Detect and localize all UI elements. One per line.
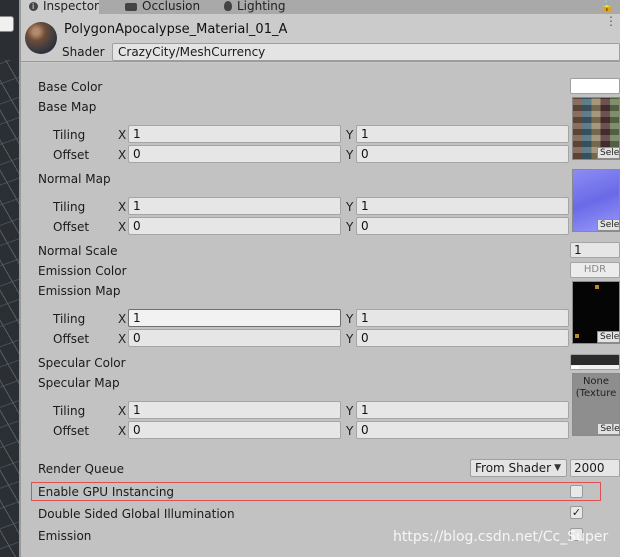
specular-tiling-y-label: Y: [346, 404, 354, 418]
specular-map-thumbnail[interactable]: None (Texture Sele: [572, 373, 620, 436]
material-name: PolygonApocalypse_Material_01_A: [64, 22, 288, 37]
specular-offset-x-field[interactable]: 0: [128, 421, 341, 439]
specular-offset-y-field[interactable]: 0: [356, 421, 569, 439]
tab-lighting-label: Lighting: [237, 0, 286, 13]
normal-offset-x-label: X: [118, 220, 127, 234]
emission-map-select-button[interactable]: Sele: [597, 331, 619, 343]
base-map-label: Base Map: [38, 100, 97, 114]
double-sided-gi-checkbox[interactable]: ✓: [570, 506, 583, 519]
specular-offset-y-label: Y: [346, 424, 354, 438]
emission-tiling-x-field[interactable]: 1: [128, 309, 341, 327]
shader-dropdown[interactable]: CrazyCity/MeshCurrency: [112, 43, 620, 61]
emission-tiling-y-label: Y: [346, 312, 354, 326]
specular-map-select-button[interactable]: Sele: [597, 423, 619, 435]
info-icon: [29, 0, 38, 13]
emission-tiling-x-label: X: [118, 312, 127, 326]
normal-tiling-x-field[interactable]: 1: [128, 197, 341, 215]
scene-view-strip: [0, 0, 19, 557]
base-color-label: Base Color: [38, 80, 103, 94]
emission-map-speck: [595, 285, 599, 289]
specular-map-none-text: None: [582, 376, 610, 387]
emission-map-label: Emission Map: [38, 284, 121, 298]
render-queue-mode: From Shader: [475, 461, 552, 475]
specular-color-swatch[interactable]: [570, 354, 620, 370]
tab-occlusion[interactable]: Occlusion: [117, 0, 207, 14]
camera-icon: [125, 3, 137, 11]
base-offset-x-field[interactable]: 0: [128, 145, 341, 163]
base-tiling-y-label: Y: [346, 128, 354, 142]
specular-offset-x-label: X: [118, 424, 127, 438]
triangle-down-icon: ▼: [554, 463, 561, 473]
gpu-instancing-label: Enable GPU Instancing: [38, 485, 175, 499]
render-queue-label: Render Queue: [38, 462, 124, 476]
normal-map-select-button[interactable]: Sele: [597, 219, 619, 231]
specular-offset-label: Offset: [53, 424, 90, 438]
normal-tiling-y-field[interactable]: 1: [356, 197, 569, 215]
double-sided-gi-label: Double Sided Global Illumination: [38, 507, 235, 521]
normal-tiling-y-label: Y: [346, 200, 354, 214]
specular-tiling-y-field[interactable]: 1: [356, 401, 569, 419]
emission-label: Emission: [38, 529, 92, 543]
base-map-select-button[interactable]: Sele: [597, 147, 619, 159]
base-color-swatch[interactable]: [570, 78, 620, 94]
normal-offset-y-field[interactable]: 0: [356, 217, 569, 235]
specular-map-label: Specular Map: [38, 376, 120, 390]
watermark-text: https://blog.csdn.net/Cc_Super: [393, 529, 609, 545]
material-preview-sphere: [25, 22, 57, 54]
tab-bar: Inspector Occlusion Lighting 🔒: [21, 0, 620, 14]
base-offset-x-label: X: [118, 148, 127, 162]
tab-occlusion-label: Occlusion: [142, 0, 201, 13]
specular-tiling-label: Tiling: [53, 404, 86, 418]
emission-offset-x-label: X: [118, 332, 127, 346]
emission-offset-y-field[interactable]: 0: [356, 329, 569, 347]
scene-grid: [0, 60, 19, 557]
emission-offset-label: Offset: [53, 332, 90, 346]
specular-tiling-x-label: X: [118, 404, 127, 418]
base-tiling-y-field[interactable]: 1: [356, 125, 569, 143]
normal-scale-label: Normal Scale: [38, 244, 118, 258]
tab-inspector[interactable]: Inspector: [21, 0, 99, 14]
base-offset-y-label: Y: [346, 148, 354, 162]
base-offset-label: Offset: [53, 148, 90, 162]
specular-tiling-x-field[interactable]: 1: [128, 401, 341, 419]
normal-offset-y-label: Y: [346, 220, 354, 234]
tab-lighting[interactable]: Lighting: [216, 0, 296, 14]
tab-inspector-label: Inspector: [43, 0, 99, 13]
specular-map-none-subtext: (Texture: [575, 388, 617, 399]
more-options-icon[interactable]: ⋮: [605, 14, 617, 28]
normal-tiling-x-label: X: [118, 200, 127, 214]
shader-label: Shader: [62, 45, 105, 59]
scene-search-box[interactable]: [0, 16, 14, 32]
normal-offset-label: Offset: [53, 220, 90, 234]
base-map-thumbnail[interactable]: Sele: [572, 97, 620, 160]
normal-offset-x-field[interactable]: 0: [128, 217, 341, 235]
normal-scale-field[interactable]: 1: [570, 242, 620, 258]
emission-color-label: Emission Color: [38, 264, 127, 278]
gpu-instancing-checkbox[interactable]: [570, 485, 583, 498]
render-queue-value-field[interactable]: 2000: [570, 459, 620, 477]
render-queue-dropdown[interactable]: From Shader ▼: [470, 459, 567, 477]
normal-map-thumbnail[interactable]: Sele: [572, 169, 620, 232]
lock-icon[interactable]: 🔒: [600, 0, 614, 13]
emission-color-hdr-swatch[interactable]: HDR: [570, 262, 620, 278]
base-tiling-label: Tiling: [53, 128, 86, 142]
specular-color-label: Specular Color: [38, 356, 126, 370]
base-tiling-x-label: X: [118, 128, 127, 142]
emission-tiling-y-field[interactable]: 1: [356, 309, 569, 327]
emission-offset-x-field[interactable]: 0: [128, 329, 341, 347]
normal-tiling-label: Tiling: [53, 200, 86, 214]
emission-map-thumbnail[interactable]: Sele: [572, 281, 620, 344]
base-offset-y-field[interactable]: 0: [356, 145, 569, 163]
bulb-icon: [224, 1, 232, 11]
emission-offset-y-label: Y: [346, 332, 354, 346]
emission-tiling-label: Tiling: [53, 312, 86, 326]
base-tiling-x-field[interactable]: 1: [128, 125, 341, 143]
normal-map-label: Normal Map: [38, 172, 111, 186]
emission-map-speck: [575, 334, 579, 338]
